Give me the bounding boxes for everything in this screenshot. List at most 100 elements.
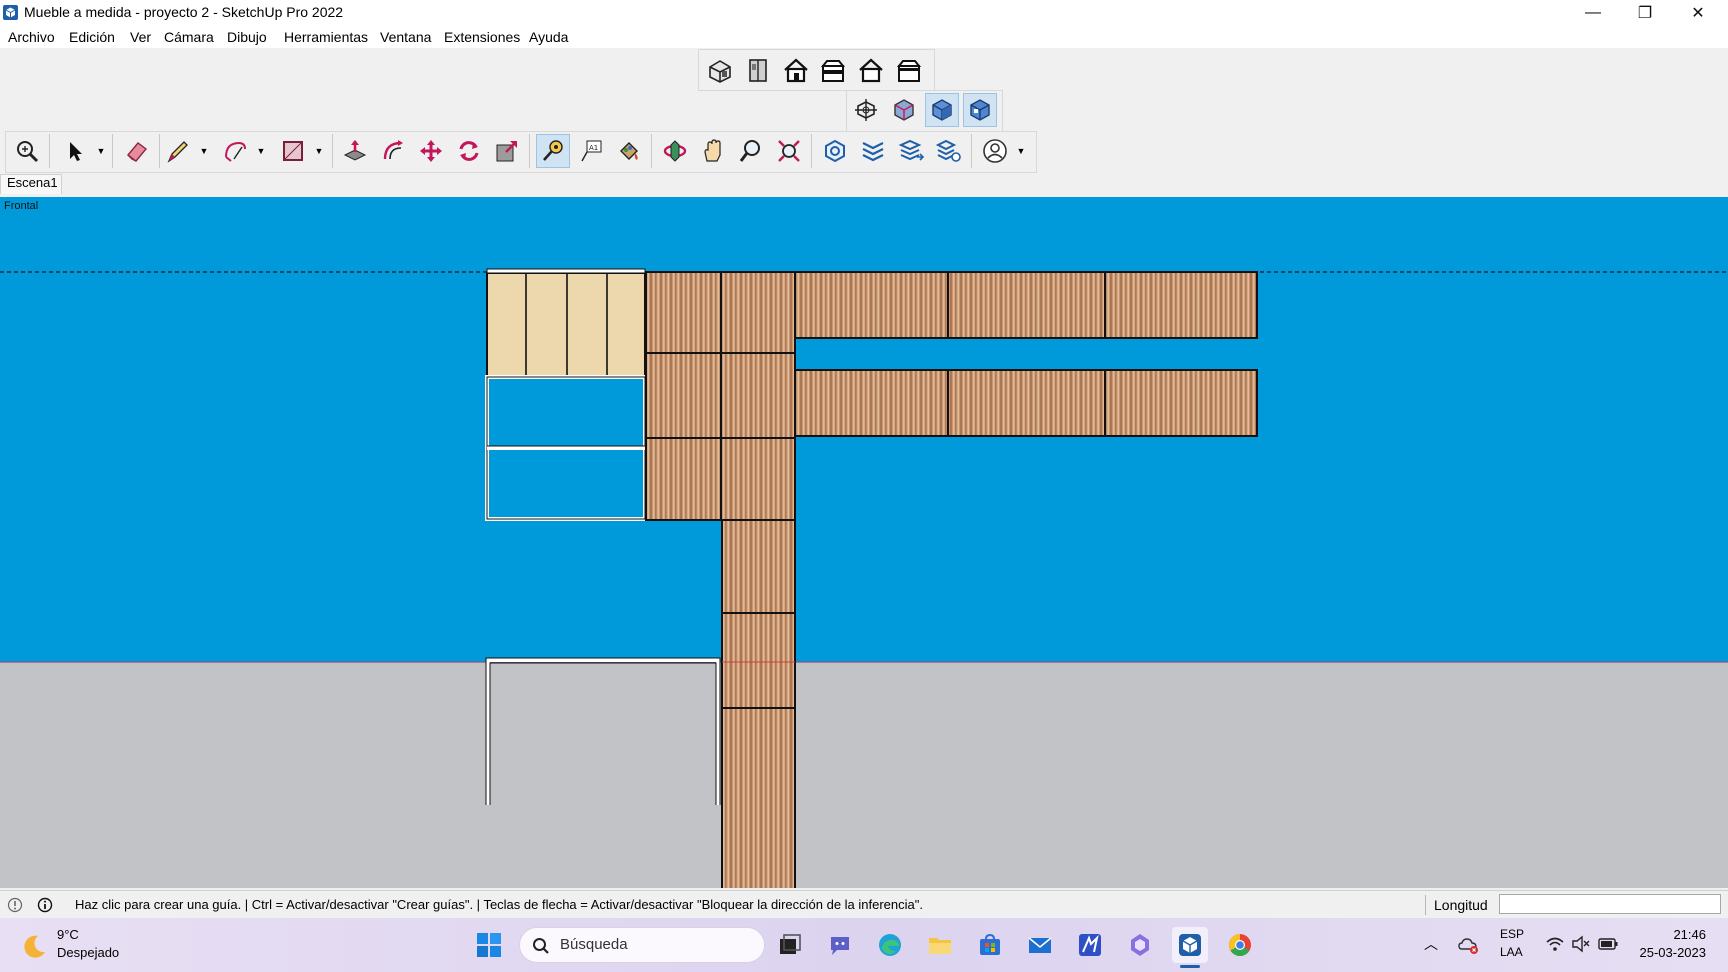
rotate-icon[interactable] <box>452 134 486 168</box>
measurement-input[interactable] <box>1499 894 1721 914</box>
taskbar-search-box[interactable]: Búsqueda <box>519 927 765 963</box>
minimize-button[interactable]: — <box>1568 0 1618 26</box>
onedrive-error-icon[interactable] <box>1458 935 1480 955</box>
active-app-indicator <box>1180 965 1200 968</box>
rectangle-dropdown-icon[interactable]: ▼ <box>314 134 324 168</box>
weather-desc[interactable]: Despejado <box>57 945 119 960</box>
tape-measure-icon[interactable] <box>536 134 570 168</box>
line-icon[interactable] <box>161 134 195 168</box>
menu-bar: Archivo Edición Ver Cámara Dibujo Herram… <box>0 26 1728 48</box>
window-title: Mueble a medida - proyecto 2 - SketchUp … <box>24 4 344 20</box>
store-icon[interactable] <box>972 927 1008 963</box>
sketchup-taskbar-icon[interactable] <box>1172 927 1208 963</box>
toolbar-separator <box>971 134 972 168</box>
copilot-icon[interactable] <box>1122 927 1158 963</box>
windows-taskbar: 9°C Despejado Búsqueda ︿ ESP LAA 21:46 2… <box>0 918 1728 972</box>
wifi-icon[interactable] <box>1545 935 1565 953</box>
model-info-icon[interactable] <box>818 134 852 168</box>
views-toolbar <box>698 49 935 91</box>
xray-icon[interactable] <box>849 93 883 127</box>
drawing-viewport[interactable]: Frontal <box>0 197 1728 888</box>
mail-icon[interactable] <box>1022 927 1058 963</box>
svg-text:A1: A1 <box>589 144 598 152</box>
search-placeholder: Búsqueda <box>560 936 628 953</box>
language-top[interactable]: ESP <box>1500 927 1524 941</box>
chrome-icon[interactable] <box>1222 927 1258 963</box>
edge-browser-icon[interactable] <box>872 927 908 963</box>
weather-moon-icon[interactable] <box>20 932 48 960</box>
toolbar-separator <box>112 134 113 168</box>
shaded-icon[interactable] <box>925 93 959 127</box>
menu-ver[interactable]: Ver <box>130 29 151 45</box>
speaker-muted-icon[interactable] <box>1571 935 1591 953</box>
status-bar: Haz clic para crear una guía. | Ctrl = A… <box>0 890 1728 919</box>
status-message: Haz clic para crear una guía. | Ctrl = A… <box>75 897 923 912</box>
ground-background <box>0 662 1728 888</box>
menu-edicion[interactable]: Edición <box>69 29 115 45</box>
menu-archivo[interactable]: Archivo <box>8 29 55 45</box>
battery-icon[interactable] <box>1598 936 1618 952</box>
outliner-icon[interactable] <box>894 134 928 168</box>
close-button[interactable]: ✕ <box>1673 0 1723 26</box>
menu-ventana[interactable]: Ventana <box>380 29 431 45</box>
show-hidden-icons[interactable]: ︿ <box>1424 934 1438 954</box>
layers-settings-icon[interactable] <box>932 134 966 168</box>
rectangle-icon[interactable] <box>276 134 310 168</box>
geo-location-icon[interactable] <box>7 897 23 913</box>
task-view-icon[interactable] <box>772 927 808 963</box>
clock-date[interactable]: 25-03-2023 <box>1636 945 1707 960</box>
iso-view-icon[interactable] <box>703 53 737 87</box>
menu-extensiones[interactable]: Extensiones <box>444 29 520 45</box>
right-view-icon[interactable] <box>816 53 850 87</box>
front-view-icon[interactable] <box>779 53 813 87</box>
upper-cabinet-panels[interactable] <box>486 268 646 378</box>
arc-icon[interactable] <box>218 134 252 168</box>
status-separator <box>1425 895 1426 915</box>
text-icon[interactable]: A1 <box>574 134 608 168</box>
account-dropdown-icon[interactable]: ▼ <box>1016 134 1026 168</box>
scale-icon[interactable] <box>490 134 524 168</box>
sketchup-app-icon <box>3 5 18 20</box>
toolbar-separator <box>332 134 333 168</box>
clock-time[interactable]: 21:46 <box>1672 927 1706 942</box>
toolbar-separator <box>159 134 160 168</box>
move-icon[interactable] <box>414 134 448 168</box>
teams-chat-icon[interactable] <box>822 927 858 963</box>
push-pull-icon[interactable] <box>338 134 372 168</box>
app-icon-blue[interactable] <box>1072 927 1108 963</box>
select-dropdown-icon[interactable]: ▼ <box>96 134 106 168</box>
language-bottom[interactable]: LAA <box>1500 945 1523 959</box>
top-view-icon[interactable] <box>741 53 775 87</box>
back-view-icon[interactable] <box>854 53 888 87</box>
info-icon[interactable] <box>37 897 53 913</box>
account-icon[interactable] <box>978 134 1012 168</box>
orbit-icon[interactable] <box>658 134 692 168</box>
file-explorer-icon[interactable] <box>922 927 958 963</box>
zoom-icon[interactable] <box>734 134 768 168</box>
menu-ayuda[interactable]: Ayuda <box>529 29 568 45</box>
menu-camara[interactable]: Cámara <box>164 29 214 45</box>
line-dropdown-icon[interactable]: ▼ <box>199 134 209 168</box>
pan-icon[interactable] <box>696 134 730 168</box>
zoom-window-icon[interactable] <box>10 134 44 168</box>
restore-button[interactable]: ❐ <box>1620 0 1670 26</box>
menu-herramientas[interactable]: Herramientas <box>284 29 368 45</box>
weather-temp[interactable]: 9°C <box>57 927 79 942</box>
view-label: Frontal <box>4 200 39 212</box>
tags-icon[interactable] <box>856 134 890 168</box>
model-canvas[interactable] <box>0 197 1728 888</box>
paint-bucket-icon[interactable] <box>612 134 646 168</box>
shaded-textures-icon[interactable] <box>963 93 997 127</box>
eraser-icon[interactable] <box>120 134 154 168</box>
zoom-extents-icon[interactable] <box>772 134 806 168</box>
offset-icon[interactable] <box>376 134 410 168</box>
left-view-icon[interactable] <box>892 53 926 87</box>
shelf-lower[interactable] <box>794 369 1258 437</box>
scene-tab-label[interactable]: Escena1 <box>7 175 58 190</box>
select-icon[interactable] <box>58 134 92 168</box>
start-icon[interactable] <box>471 927 507 963</box>
back-edges-icon[interactable] <box>887 93 921 127</box>
arc-dropdown-icon[interactable]: ▼ <box>256 134 266 168</box>
shelf-upper[interactable] <box>794 271 1258 339</box>
menu-dibujo[interactable]: Dibujo <box>227 29 267 45</box>
